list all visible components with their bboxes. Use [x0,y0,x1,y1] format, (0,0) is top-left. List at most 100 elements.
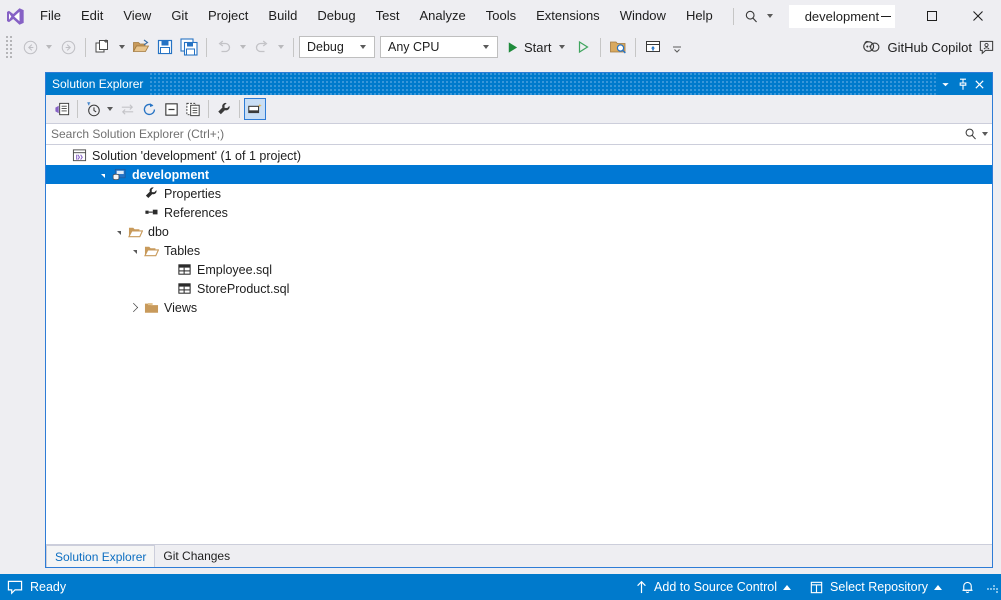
undo-icon [218,40,231,53]
chevron-down-icon[interactable] [766,14,773,18]
redo-icon [255,40,268,53]
arrow-up-icon [637,580,646,593]
notifications-button[interactable] [951,574,984,600]
tab-solution-explorer[interactable]: Solution Explorer [46,545,156,567]
quick-launch-search[interactable] [740,2,777,30]
navigate-back-dropdown-icon[interactable] [46,45,52,49]
title-bar: File Edit View Git Project Build Debug T… [0,0,1001,32]
find-in-files-button[interactable] [606,35,630,59]
panel-close-button[interactable] [971,75,988,93]
menu-debug[interactable]: Debug [307,0,365,32]
window-controls [863,0,1001,32]
select-repository-button[interactable]: Select Repository [800,574,951,600]
close-button[interactable] [955,0,1001,32]
expander-tables[interactable] [126,241,141,260]
tree-node-employee-sql[interactable]: Employee.sql [46,260,992,279]
window-layout-button[interactable] [641,35,665,59]
panel-pin-button[interactable] [954,75,971,93]
properties-button[interactable] [213,98,235,120]
start-debug-button[interactable]: Start [503,35,571,59]
play-icon [508,41,518,53]
tab-git-changes[interactable]: Git Changes [155,545,238,567]
window-resize-grip[interactable] [986,581,998,593]
start-dropdown-icon[interactable] [559,45,566,49]
chevron-down-icon [483,45,489,49]
copilot-chat-icon [979,40,994,55]
tree-node-dbo[interactable]: dbo [46,222,992,241]
start-without-debugging-button[interactable] [571,35,595,59]
new-project-dropdown-icon[interactable] [119,45,125,49]
menu-extensions[interactable]: Extensions [526,0,610,32]
tree-node-development[interactable]: development [46,165,992,184]
tree-node-properties[interactable]: Properties [46,184,992,203]
start-label: Start [524,39,552,55]
navigate-forward-button[interactable] [56,35,80,59]
maximize-button[interactable] [909,0,955,32]
menu-build[interactable]: Build [258,0,307,32]
save-button[interactable] [153,35,177,59]
solution-platform-dropdown[interactable]: Any CPU [380,36,498,58]
expander-development[interactable] [94,165,109,184]
menu-help[interactable]: Help [676,0,723,32]
new-project-button[interactable] [91,35,115,59]
visual-studio-logo-icon [0,0,30,32]
menu-view[interactable]: View [113,0,161,32]
minimize-icon [881,16,891,17]
tree-node-tables[interactable]: Tables [46,241,992,260]
menu-file[interactable]: File [30,0,71,32]
show-all-files-icon [185,102,200,116]
preview-selected-items-button[interactable] [244,98,266,120]
open-file-button[interactable] [129,35,153,59]
solution-explorer-search-box[interactable]: Search Solution Explorer (Ctrl+;) [46,123,992,145]
chevron-up-icon [783,584,792,590]
menu-analyze[interactable]: Analyze [409,0,475,32]
minimize-button[interactable] [863,0,909,32]
undo-button[interactable] [212,35,236,59]
pending-changes-filter-button[interactable] [82,98,104,120]
tree-node-label: development [132,167,210,182]
save-all-button[interactable] [177,35,201,59]
tree-node-views[interactable]: Views [46,298,992,317]
tree-node-references[interactable]: References [46,203,992,222]
menu-project[interactable]: Project [198,0,258,32]
menu-test[interactable]: Test [366,0,410,32]
search-input[interactable]: Search Solution Explorer (Ctrl+;) [51,127,964,141]
toolbar-overflow-button[interactable] [665,35,689,59]
expander-views[interactable] [126,298,141,317]
tree-node-label: Employee.sql [197,262,273,277]
undo-dropdown-icon[interactable] [240,45,246,49]
menu-window[interactable]: Window [610,0,676,32]
solution-explorer-header[interactable]: Solution Explorer [46,73,992,95]
expander-placeholder [159,279,174,298]
show-all-files-button[interactable] [182,98,204,120]
header-drag-area[interactable] [149,73,937,95]
tree-node-label: Views [164,300,198,315]
collapse-all-button[interactable] [160,98,182,120]
toolbar-grip[interactable] [4,36,14,58]
navigate-back-button[interactable] [18,35,42,59]
solution-configuration-dropdown[interactable]: Debug [299,36,375,58]
sync-with-active-document-button[interactable] [116,98,138,120]
sync-with-active-document-icon [121,103,133,115]
redo-dropdown-icon[interactable] [278,45,284,49]
solution-explorer-home-button[interactable] [51,98,73,120]
menu-edit[interactable]: Edit [71,0,113,32]
tree-node-solution[interactable]: Solution 'development' (1 of 1 project) [46,146,992,165]
refresh-button[interactable] [138,98,160,120]
add-to-source-control-button[interactable]: Add to Source Control [626,574,800,600]
window-layout-icon [646,41,661,52]
expander-dbo[interactable] [110,222,125,241]
pending-changes-dropdown-icon[interactable] [107,107,113,111]
menu-git[interactable]: Git [161,0,198,32]
redo-button[interactable] [250,35,274,59]
close-icon [975,79,984,89]
expander-placeholder [54,146,69,165]
navigate-back-icon [23,40,37,54]
chevron-down-icon [942,82,949,86]
menu-tools[interactable]: Tools [476,0,526,32]
folder-closed-icon [141,298,161,317]
tree-node-label: Tables [164,243,201,258]
tree-node-storeproduct-sql[interactable]: StoreProduct.sql [46,279,992,298]
search-options-dropdown-icon[interactable] [982,132,988,136]
panel-dropdown-button[interactable] [937,75,954,93]
